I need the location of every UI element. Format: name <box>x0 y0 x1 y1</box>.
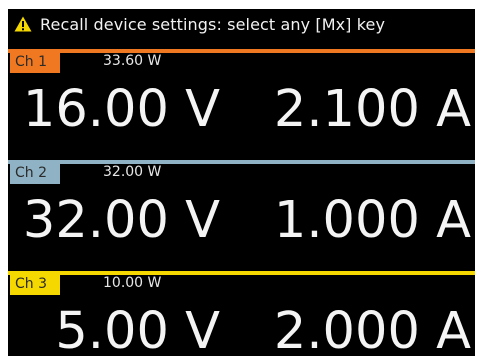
channel-3-power: 10.00 W <box>103 275 162 291</box>
channel-3-tag: Ch 3 <box>10 274 60 295</box>
channel-2-voltage[interactable]: 32.00 V <box>23 186 220 256</box>
channel-3-panel[interactable]: Ch 3 10.00 W 5.00 V 2.000 A <box>8 271 475 356</box>
warning-triangle-icon <box>14 16 32 32</box>
channel-1-tag: Ch 1 <box>10 52 60 73</box>
channel-1-power: 33.60 W <box>103 53 162 69</box>
status-message: Recall device settings: select any [Mx] … <box>40 14 386 34</box>
channel-1-color-bar <box>8 49 475 53</box>
device-display: Recall device settings: select any [Mx] … <box>8 9 475 356</box>
channel-2-tag: Ch 2 <box>10 163 60 184</box>
channel-1-current[interactable]: 2.100 A <box>274 75 471 145</box>
status-bar: Recall device settings: select any [Mx] … <box>8 9 475 39</box>
channel-3-current[interactable]: 2.000 A <box>274 297 471 356</box>
channel-3-voltage[interactable]: 5.00 V <box>55 297 220 356</box>
channel-2-current[interactable]: 1.000 A <box>274 186 471 256</box>
channel-2-panel[interactable]: Ch 2 32.00 W 32.00 V 1.000 A <box>8 160 475 267</box>
channel-2-color-bar <box>8 160 475 164</box>
channel-3-color-bar <box>8 271 475 275</box>
channel-1-voltage[interactable]: 16.00 V <box>23 75 220 145</box>
channel-2-power: 32.00 W <box>103 164 162 180</box>
channel-1-panel[interactable]: Ch 1 33.60 W 16.00 V 2.100 A <box>8 49 475 156</box>
